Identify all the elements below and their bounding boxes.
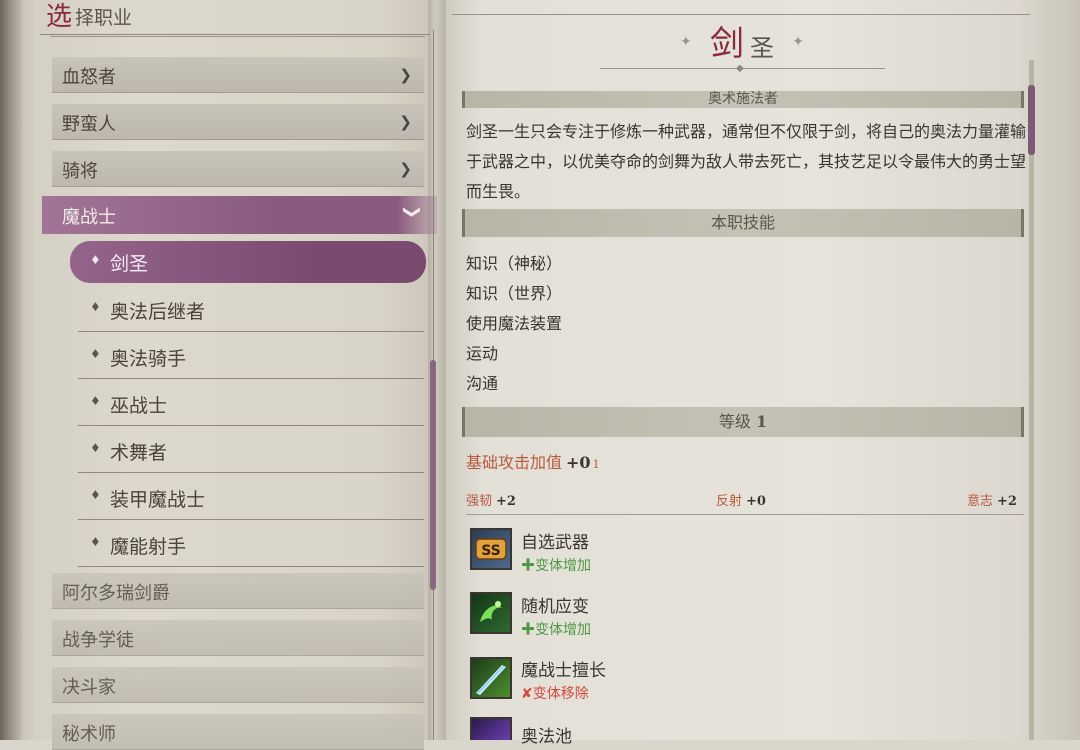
save-label: 反射 [716, 494, 743, 509]
level-value: 1 [755, 412, 768, 431]
save-value: +2 [496, 494, 516, 509]
class-item-label: 魔战士 [62, 207, 116, 228]
class-item-duelist[interactable]: 决斗家 [52, 667, 424, 703]
chevron-right-icon: ❯ [399, 160, 412, 178]
class-item-arcane-trickster[interactable]: 秘术师 [52, 714, 424, 750]
class-skill: 沟通 [466, 374, 499, 393]
subclass-item-sword-saint[interactable]: ♦ 剑圣 [70, 241, 426, 283]
detail-top-frame [452, 0, 1030, 15]
class-item-label: 秘术师 [62, 724, 116, 745]
class-title: ✦ 剑 圣 ✦ [680, 14, 804, 68]
class-select-header: 选 择职业 [40, 0, 430, 35]
feature-name: 魔战士擅长 [521, 661, 606, 681]
diamond-bullet-icon: ♦ [90, 347, 101, 361]
class-item-barbarian[interactable]: 野蛮人 ❯ [52, 104, 424, 140]
subclass-item-blade-dancer[interactable]: ♦ 术舞者 [78, 429, 424, 473]
detail-scroll-thumb[interactable] [1028, 85, 1035, 155]
subclass-item-label: 巫战士 [110, 395, 168, 417]
save-fortitude: 强韧 +2 [466, 490, 516, 509]
blade-icon[interactable] [470, 657, 512, 699]
level-label: 等级 [718, 412, 751, 431]
book-edge [0, 0, 22, 740]
header-title: 择职业 [75, 7, 133, 29]
subclass-item-eldritch-scion[interactable]: ♦ 奥法后继者 [78, 288, 424, 332]
save-value: +2 [997, 494, 1017, 509]
class-item-label: 血怒者 [62, 67, 116, 88]
subclass-item-label: 魔能射手 [110, 536, 187, 558]
green-swirl-icon[interactable] [470, 592, 512, 634]
class-item-war-student[interactable]: 战争学徒 [52, 620, 424, 656]
plus-circle-icon: ✚ [521, 622, 535, 638]
caster-type-bar: 奥术施法者 [462, 91, 1024, 108]
class-item-label: 决斗家 [62, 677, 116, 698]
save-reflex: 反射 +0 [716, 490, 766, 509]
bab-subscript: 1 [592, 458, 600, 471]
base-attack-bonus: 基础攻击加值 +0 1 [466, 449, 600, 473]
level-header: 等级 1 [462, 407, 1024, 437]
bab-value: +0 [566, 453, 591, 472]
title-ornament-left-icon: ✦ [680, 34, 692, 50]
feature-name: 随机应变 [521, 597, 589, 617]
chevron-right-icon: ❯ [399, 113, 412, 131]
class-skill: 使用魔法装置 [466, 314, 563, 333]
subclass-item-label: 奥法后继者 [110, 301, 206, 323]
subclass-item-armored-battlemage[interactable]: ♦ 装甲魔战士 [78, 476, 424, 520]
diamond-bullet-icon: ♦ [90, 300, 101, 314]
save-label: 强韧 [466, 494, 493, 509]
chevron-down-icon: ❯ [401, 204, 422, 220]
subclass-item-hexcrafter[interactable]: ♦ 巫战士 [78, 382, 424, 426]
class-skill: 知识（世界） [466, 284, 563, 303]
feature-name: 自选武器 [521, 533, 589, 553]
header-initial: 选 [46, 2, 73, 32]
class-item-cavalier[interactable]: 骑将 ❯ [52, 151, 424, 187]
save-will: 意志 +2 [967, 490, 1017, 509]
plus-circle-icon: ✚ [521, 558, 535, 574]
feature-tag-added: ✚变体增加 [521, 558, 591, 574]
svg-text:SS: SS [481, 543, 501, 559]
subclass-item-label: 奥法骑手 [110, 348, 187, 370]
feature-tag-added: ✚变体增加 [521, 622, 591, 638]
class-item-magus[interactable]: 魔战士 ❯ [42, 196, 437, 234]
class-item-bloodrager[interactable]: 血怒者 ❯ [52, 57, 424, 93]
subclass-item-label: 术舞者 [110, 442, 168, 464]
diamond-bullet-icon: ♦ [90, 253, 101, 267]
diamond-bullet-icon: ♦ [90, 488, 101, 502]
feature-name: 奥法池 [521, 727, 572, 747]
class-item-label: 阿尔多瑞剑爵 [62, 583, 170, 604]
title-gem-icon: ◆ [736, 63, 744, 74]
detail-scroll-track[interactable] [1029, 60, 1034, 740]
diamond-bullet-icon: ♦ [90, 394, 101, 408]
title-initial: 剑 [710, 24, 744, 64]
class-item-aldori-swordlord[interactable]: 阿尔多瑞剑爵 [52, 573, 424, 609]
save-value: +0 [746, 494, 766, 509]
feature-tag-removed: ✘变体移除 [521, 686, 589, 702]
subclass-item-eldritch-archer[interactable]: ♦ 魔能射手 [78, 523, 424, 567]
class-description: 剑圣一生只会专注于修炼一种武器，通常但不仅限于剑，将自己的奥法力量灌输于武器之中… [466, 122, 1027, 201]
header-ornament [50, 36, 425, 45]
subclass-item-label: 装甲魔战士 [110, 489, 206, 511]
class-item-label: 战争学徒 [62, 630, 134, 651]
subclass-item-label: 剑圣 [110, 253, 149, 275]
diamond-bullet-icon: ♦ [90, 441, 101, 455]
cross-icon: ✘ [521, 686, 533, 702]
saves-divider [466, 514, 1024, 515]
left-scroll-thumb[interactable] [430, 360, 436, 590]
subclass-item-arcane-rider[interactable]: ♦ 奥法骑手 [78, 335, 424, 379]
save-label: 意志 [967, 494, 994, 509]
class-item-label: 骑将 [62, 161, 98, 182]
title-rest: 圣 [750, 34, 774, 62]
class-skills-header: 本职技能 [462, 209, 1024, 237]
chevron-right-icon: ❯ [399, 66, 412, 84]
class-skill: 知识（神秘） [466, 254, 563, 273]
class-item-label: 野蛮人 [62, 114, 116, 135]
class-skill: 运动 [466, 344, 499, 363]
diamond-bullet-icon: ♦ [90, 535, 101, 549]
arcane-pool-icon[interactable] [470, 717, 512, 740]
title-ornament-right-icon: ✦ [792, 34, 804, 50]
ss-weapon-icon[interactable]: SS [470, 528, 512, 570]
bab-label: 基础攻击加值 [466, 453, 563, 472]
